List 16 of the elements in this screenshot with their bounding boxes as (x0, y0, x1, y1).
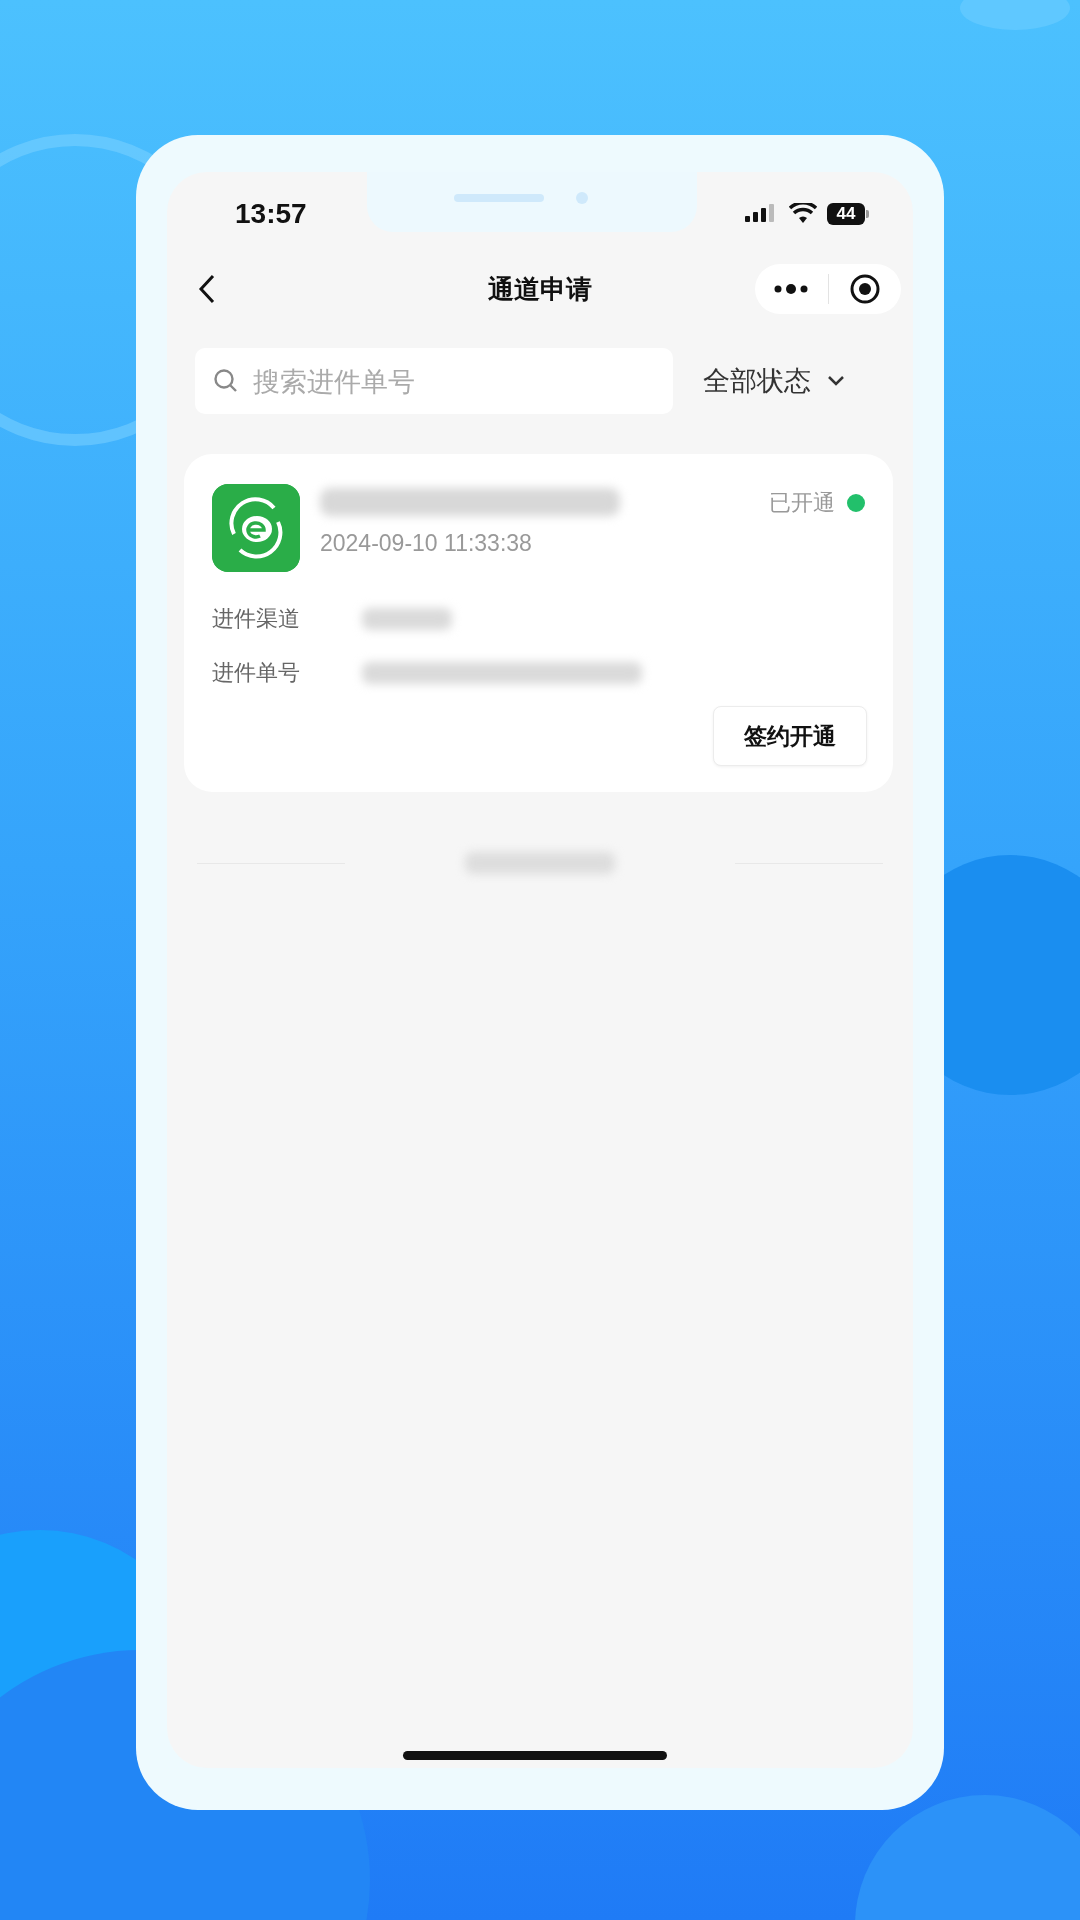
app-logo-icon (212, 484, 300, 572)
sign-activate-button[interactable]: 签约开通 (713, 706, 867, 766)
status-time: 13:57 (235, 198, 307, 230)
chevron-down-icon (827, 375, 845, 387)
wifi-icon (789, 203, 817, 225)
close-icon (848, 273, 881, 305)
page-title: 通道申请 (488, 273, 592, 304)
record-date: 2024-09-10 11:33:38 (320, 530, 533, 557)
status-label: 已开通 (769, 489, 835, 517)
field-label: 进件渠道 (212, 605, 301, 633)
search-field[interactable]: 搜索进件单号 (195, 348, 673, 414)
search-icon (213, 368, 239, 394)
more-icon (773, 283, 810, 295)
field-label: 进件单号 (212, 659, 301, 687)
back-icon[interactable] (197, 273, 217, 305)
status-filter[interactable]: 全部状态 (703, 363, 845, 399)
